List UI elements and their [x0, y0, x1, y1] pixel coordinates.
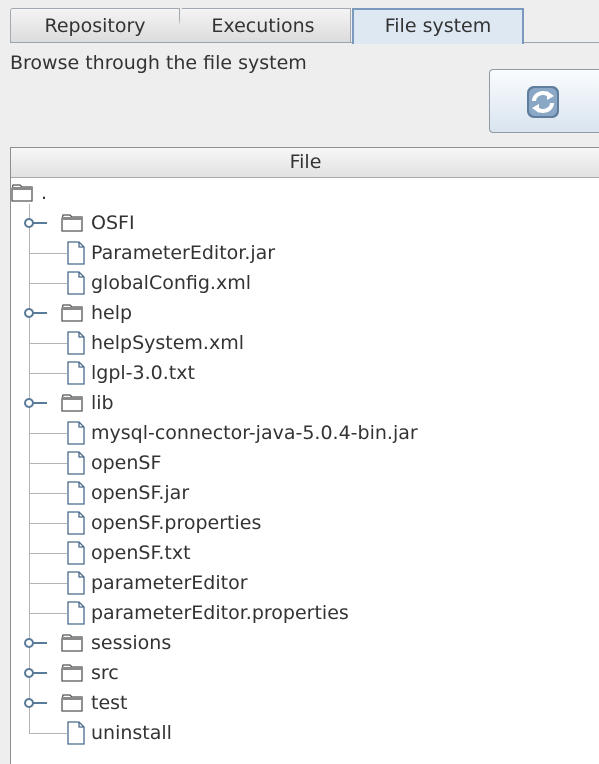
tree-branch-line	[29, 493, 67, 494]
folder-name: test	[91, 692, 128, 714]
tab-bar: Repository Executions File system	[0, 0, 599, 44]
file-name: parameterEditor	[91, 572, 248, 594]
expand-handle-icon[interactable]	[23, 667, 49, 679]
expand-handle-icon[interactable]	[23, 697, 49, 709]
tree-file-row[interactable]: lgpl-3.0.txt	[11, 358, 599, 388]
folder-name: OSFI	[91, 212, 135, 234]
file-icon	[67, 421, 85, 445]
tree-file-row[interactable]: openSF.jar	[11, 478, 599, 508]
file-name: openSF.jar	[91, 482, 190, 504]
tree-branch-line	[29, 373, 67, 374]
tree-file-row[interactable]: parameterEditor.properties	[11, 598, 599, 628]
file-name: uninstall	[91, 722, 172, 744]
tree-branch-line	[29, 583, 67, 584]
file-icon	[67, 601, 85, 625]
tree-branch-line	[29, 733, 67, 734]
folder-icon	[61, 304, 83, 322]
tree-branch-line	[29, 253, 67, 254]
file-name: openSF.properties	[91, 512, 262, 534]
tree-folder-row[interactable]: OSFI	[11, 208, 599, 238]
refresh-icon	[527, 86, 559, 118]
tree-file-row[interactable]: openSF.txt	[11, 538, 599, 568]
expand-handle-icon[interactable]	[23, 307, 49, 319]
column-header-file[interactable]: File	[11, 148, 599, 178]
folder-icon	[61, 394, 83, 412]
tree-folder-row[interactable]: sessions	[11, 628, 599, 658]
tree-file-row[interactable]: openSF.properties	[11, 508, 599, 538]
folder-name: src	[91, 662, 119, 684]
tree-branch-line	[29, 343, 67, 344]
tree-file-row[interactable]: openSF	[11, 448, 599, 478]
folder-name: lib	[91, 392, 114, 414]
file-name: globalConfig.xml	[91, 272, 251, 294]
tree-branch-line	[29, 523, 67, 524]
file-icon	[67, 541, 85, 565]
tree-file-row[interactable]: helpSystem.xml	[11, 328, 599, 358]
folder-icon	[11, 184, 33, 202]
file-name: helpSystem.xml	[91, 332, 244, 354]
file-name: mysql-connector-java-5.0.4-bin.jar	[91, 422, 418, 444]
file-icon	[67, 241, 85, 265]
folder-icon	[61, 634, 83, 652]
tree-branch-line	[29, 553, 67, 554]
folder-icon	[61, 694, 83, 712]
tab-file-system[interactable]: File system	[352, 8, 524, 44]
file-name: openSF.txt	[91, 542, 191, 564]
folder-icon	[61, 664, 83, 682]
file-icon	[67, 361, 85, 385]
tree-root[interactable]: .	[11, 178, 599, 208]
expand-handle-icon[interactable]	[23, 217, 49, 229]
file-name: lgpl-3.0.txt	[91, 362, 195, 384]
tree-file-row[interactable]: globalConfig.xml	[11, 268, 599, 298]
tab-repository[interactable]: Repository	[10, 8, 180, 42]
tree-file-row[interactable]: uninstall	[11, 718, 599, 748]
tree-folder-row[interactable]: lib	[11, 388, 599, 418]
tree-file-row[interactable]: mysql-connector-java-5.0.4-bin.jar	[11, 418, 599, 448]
tree-folder-row[interactable]: src	[11, 658, 599, 688]
file-name: ParameterEditor.jar	[91, 242, 276, 264]
expand-handle-icon[interactable]	[23, 637, 49, 649]
file-icon	[67, 721, 85, 745]
file-icon	[67, 451, 85, 475]
tree-file-row[interactable]: ParameterEditor.jar	[11, 238, 599, 268]
tree-branch-line	[29, 463, 67, 464]
tree-branch-line	[29, 433, 67, 434]
file-table: File . OSFI ParameterEditor.jar globalConf…	[10, 147, 599, 764]
file-icon	[67, 511, 85, 535]
file-name: parameterEditor.properties	[91, 602, 349, 624]
tree-branch-line	[29, 283, 67, 284]
file-icon	[67, 571, 85, 595]
file-icon	[67, 271, 85, 295]
refresh-button[interactable]	[489, 69, 599, 133]
file-icon	[67, 481, 85, 505]
expand-handle-icon[interactable]	[23, 397, 49, 409]
file-icon	[67, 331, 85, 355]
tree-branch-line	[29, 613, 67, 614]
tab-executions[interactable]: Executions	[176, 8, 351, 42]
tree-folder-row[interactable]: test	[11, 688, 599, 718]
tree-root-label: .	[41, 182, 48, 204]
file-name: openSF	[91, 452, 162, 474]
panel-description: Browse through the file system	[10, 52, 307, 74]
folder-icon	[61, 214, 83, 232]
tree-folder-row[interactable]: help	[11, 298, 599, 328]
folder-name: help	[91, 302, 133, 324]
folder-name: sessions	[91, 632, 172, 654]
tree-file-row[interactable]: parameterEditor	[11, 568, 599, 598]
